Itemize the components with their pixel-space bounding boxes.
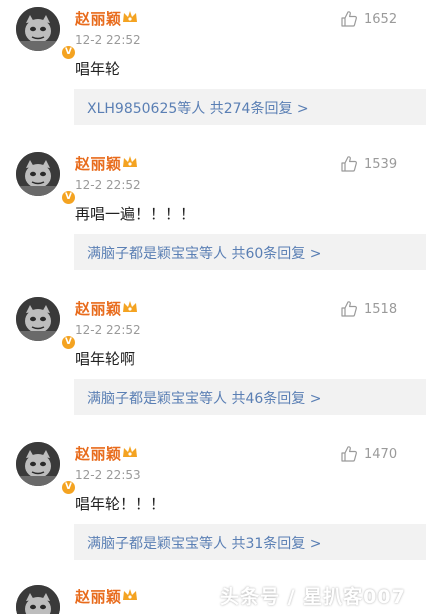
comment-text: 再唱一遍！！！！ [75, 205, 196, 223]
reply-summary-link[interactable]: 满脑子都是颖宝宝等人 共46条回复 > [87, 388, 321, 408]
thumbs-up-icon [341, 11, 357, 27]
like-count: 1518 [364, 301, 398, 317]
thumbs-up-icon [341, 446, 357, 462]
avatar[interactable] [16, 585, 60, 614]
reply-summary[interactable]: XLH9850625等人 共274条回复 > [74, 89, 426, 125]
watermark: 头条号 / 星扒客007 [220, 586, 406, 608]
crown-icon [123, 156, 137, 167]
crown-icon [123, 11, 137, 22]
like-count: 1652 [364, 11, 398, 27]
avatar[interactable]: V [16, 7, 76, 60]
thumbs-up-icon [341, 156, 357, 172]
avatar-image [16, 442, 60, 486]
like-count: 1539 [364, 156, 398, 172]
verified-v-icon: V [61, 45, 76, 60]
verified-v-icon: V [61, 480, 76, 495]
crown-icon [123, 589, 137, 600]
avatar-image [16, 297, 60, 341]
avatar[interactable]: V [16, 152, 76, 205]
comment-time: 12-2 22:52 [75, 178, 141, 192]
verified-v-icon: V [61, 335, 76, 350]
avatar-image [16, 7, 60, 51]
username[interactable]: 赵丽颖 [75, 443, 122, 464]
comment-time: 12-2 22:52 [75, 323, 141, 337]
crown-icon [123, 301, 137, 312]
avatar-image [16, 585, 60, 614]
comment-text: 唱年轮啊 [75, 350, 136, 368]
reply-summary[interactable]: 满脑子都是颖宝宝等人 共46条回复 > [74, 379, 426, 415]
reply-summary-link[interactable]: 满脑子都是颖宝宝等人 共60条回复 > [87, 243, 321, 263]
reply-summary-link[interactable]: 满脑子都是颖宝宝等人 共31条回复 > [87, 533, 321, 553]
comment-time: 12-2 22:53 [75, 468, 141, 482]
comment-text: 唱年轮！！！ [75, 495, 166, 513]
username[interactable]: 赵丽颖 [75, 8, 122, 29]
avatar-image [16, 152, 60, 196]
like-button[interactable]: 1470 [340, 445, 397, 463]
reply-summary[interactable]: 满脑子都是颖宝宝等人 共60条回复 > [74, 234, 426, 270]
username[interactable]: 赵丽颖 [75, 586, 122, 607]
avatar[interactable]: V [16, 297, 76, 350]
like-button[interactable]: 1539 [340, 155, 397, 173]
comment-time: 12-2 22:52 [75, 33, 141, 47]
like-button[interactable]: 1652 [340, 10, 397, 28]
crown-icon [123, 446, 137, 457]
username[interactable]: 赵丽颖 [75, 298, 122, 319]
reply-summary[interactable]: 满脑子都是颖宝宝等人 共31条回复 > [74, 524, 426, 560]
reply-summary-link[interactable]: XLH9850625等人 共274条回复 > [87, 98, 309, 118]
like-count: 1470 [364, 446, 398, 462]
verified-v-icon: V [61, 190, 76, 205]
avatar[interactable]: V [16, 442, 76, 495]
username[interactable]: 赵丽颖 [75, 153, 122, 174]
comment-text: 唱年轮 [75, 60, 121, 78]
like-button[interactable]: 1518 [340, 300, 397, 318]
thumbs-up-icon [341, 301, 357, 317]
